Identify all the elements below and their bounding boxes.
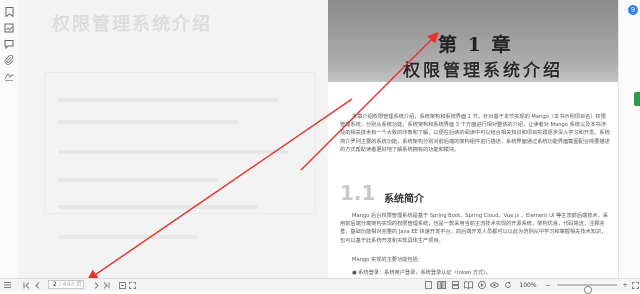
ghost-figure <box>44 72 316 214</box>
rotate-icon[interactable] <box>503 280 512 290</box>
ghost-line <box>58 150 288 154</box>
ghost-line <box>58 235 198 239</box>
signature-icon[interactable] <box>3 70 15 82</box>
status-bar: 2 / 443 页 100% − + <box>0 278 640 294</box>
section-title: 系统简介 <box>384 194 424 205</box>
zoom-slider[interactable] <box>557 284 617 294</box>
menu-icon[interactable] <box>3 280 11 290</box>
page-current: 2 <box>53 281 57 288</box>
fit-icon[interactable] <box>128 280 136 290</box>
zoom-slider-knob[interactable] <box>584 286 592 294</box>
section-subheading: Mango 实现的主要功能包括： <box>352 257 423 263</box>
ghost-line <box>58 178 218 182</box>
book-mode-icon[interactable] <box>464 280 473 290</box>
comment-icon[interactable] <box>3 38 15 50</box>
last-page-icon[interactable] <box>102 280 110 290</box>
zoom-in-button[interactable]: + <box>621 280 629 290</box>
next-page-icon[interactable] <box>92 280 100 290</box>
zoom-out-button[interactable]: − <box>544 280 552 290</box>
fullscreen-icon[interactable] <box>631 280 639 290</box>
feature-bullet-text: 系统登录：系统用户登录，系统登录认证（token 方式）。 <box>358 270 492 276</box>
double-page-icon[interactable] <box>437 280 446 290</box>
ghost-title: 权限管理系统介绍 <box>52 14 212 35</box>
section-paragraph: Mango 后台权限管理系统是基于 Spring Boot、Spring Clo… <box>340 213 608 244</box>
first-page-icon[interactable] <box>22 280 30 290</box>
ghost-line <box>58 120 238 124</box>
play-icon[interactable] <box>477 280 486 290</box>
page-total: / 443 页 <box>58 281 83 288</box>
feature-bullet: ● 系统登录：系统用户登录，系统登录认证（token 方式）。 <box>352 270 492 276</box>
single-page-icon[interactable] <box>424 280 433 290</box>
left-sidebar <box>0 0 19 278</box>
zoom-level[interactable]: 100% <box>519 280 536 290</box>
bookmark-icon[interactable] <box>3 6 15 18</box>
exit-icon[interactable] <box>118 280 126 290</box>
notification-badge[interactable]: 9 <box>628 5 638 15</box>
ghost-line <box>58 98 278 102</box>
attachment-icon[interactable] <box>3 54 15 66</box>
intro-paragraph: 本章介绍权限管理系统介绍，系统架构和系统界面 1 节，针对基于本节实现的 Man… <box>340 114 610 153</box>
thumbnail-icon[interactable] <box>3 22 15 34</box>
prev-page-icon[interactable] <box>33 280 41 290</box>
ghost-line <box>58 205 258 209</box>
left-page-faded: 权限管理系统介绍 <box>18 0 328 278</box>
page-number-input[interactable]: 2 / 443 页 <box>48 280 84 289</box>
section-number: 1.1 <box>340 181 376 205</box>
right-sidebar <box>618 0 640 278</box>
chapter-title: 权限管理系统介绍 <box>403 61 563 81</box>
chapter-number: 第 1 章 <box>438 34 513 56</box>
side-chip[interactable] <box>634 92 640 106</box>
eye-icon[interactable] <box>490 280 499 290</box>
scroll-mode-icon[interactable] <box>451 280 460 290</box>
right-page: 第 1 章 权限管理系统介绍 本章介绍权限管理系统介绍，系统架构和系统界面 1 … <box>328 0 618 278</box>
